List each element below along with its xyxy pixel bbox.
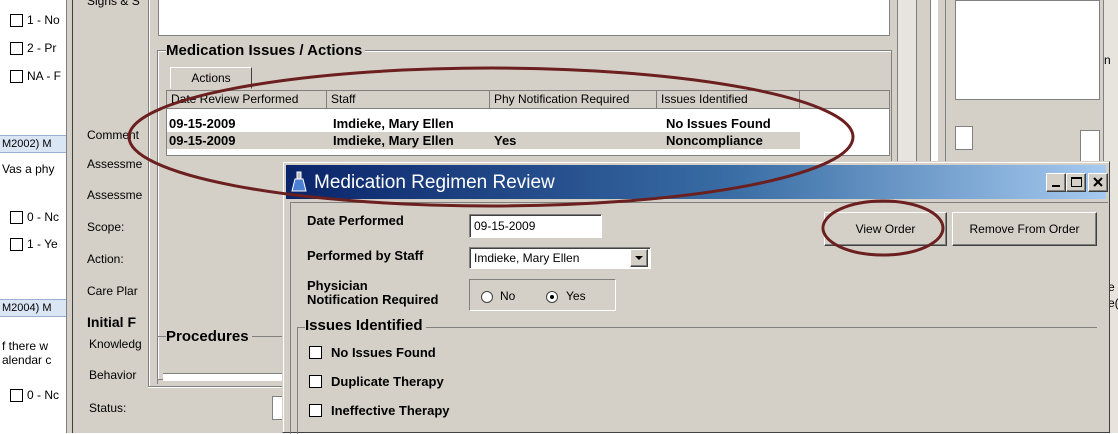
- date-performed-field[interactable]: 09-15-2009: [469, 214, 602, 238]
- column-header[interactable]: Issues Identified: [657, 91, 800, 109]
- dialog-title: Medication Regimen Review: [314, 172, 555, 193]
- option-checkbox[interactable]: [10, 42, 23, 55]
- dropdown-button[interactable]: [630, 249, 648, 267]
- status-label: Status:: [89, 401, 127, 415]
- tab-actions[interactable]: Actions: [170, 67, 252, 89]
- table-row[interactable]: 09-15-2009 Imdieke, Mary Ellen No Issues…: [167, 116, 889, 132]
- column-header[interactable]: Phy Notification Required: [490, 91, 657, 109]
- frame-divider: [148, 386, 288, 388]
- dialog-title-bar[interactable]: Medication Regimen Review: [286, 165, 1108, 199]
- right-textbox[interactable]: [955, 0, 1100, 100]
- option-checkbox[interactable]: [10, 389, 23, 402]
- performed-by-label: Performed by Staff: [307, 248, 424, 263]
- section-text: alendar c: [2, 353, 52, 367]
- maximize-button[interactable]: [1066, 173, 1086, 192]
- column-header[interactable]: Staff: [327, 91, 490, 109]
- radio-yes[interactable]: [546, 291, 558, 303]
- issue-checkbox[interactable]: [309, 346, 322, 359]
- issue-checkbox[interactable]: [309, 404, 322, 417]
- minimize-icon: [1052, 185, 1060, 187]
- option-label: 1 - Ye: [27, 237, 58, 251]
- option-label: 2 - Pr: [27, 41, 57, 55]
- issue-checkbox[interactable]: [309, 375, 322, 388]
- maximize-icon: [1071, 177, 1082, 187]
- flask-icon: [290, 171, 308, 193]
- comments-label: Comment: [87, 128, 140, 142]
- option-checkbox[interactable]: [10, 14, 23, 27]
- notification-radio-group: No Yes: [469, 279, 616, 311]
- knowledge-label: Knowledg: [89, 337, 142, 351]
- issue-label: No Issues Found: [331, 345, 436, 360]
- scope-label: Scope:: [87, 220, 125, 234]
- option-label: 1 - No: [27, 13, 60, 27]
- option-checkbox[interactable]: [10, 70, 23, 83]
- performed-by-select[interactable]: Imdieke, Mary Ellen: [469, 247, 651, 269]
- frame-divider: [148, 0, 150, 388]
- assessment-label: Assessme: [87, 157, 143, 171]
- option-label: 0 - Nc: [27, 388, 60, 402]
- assessment-label: Assessme: [87, 188, 143, 202]
- signs-textbox[interactable]: [158, 0, 890, 36]
- clipped-text: n: [1104, 53, 1111, 67]
- close-icon: [1093, 177, 1103, 187]
- section-header: M2002) M: [0, 135, 72, 153]
- left-panel: 1 - No 2 - Pr NA - F M2002) M Vas a phy …: [0, 0, 72, 433]
- table-row[interactable]: 09-15-2009 Imdieke, Mary Ellen Yes Nonco…: [167, 132, 800, 149]
- minimize-button[interactable]: [1046, 173, 1066, 192]
- column-header[interactable]: Date Review Performed: [167, 91, 327, 109]
- issue-label: Duplicate Therapy: [331, 374, 444, 389]
- grid-header: Date Review Performed Staff Phy Notifica…: [167, 91, 889, 109]
- action-label: Action:: [87, 252, 124, 266]
- procedures-grid: [163, 373, 288, 381]
- close-button[interactable]: [1088, 173, 1108, 192]
- chevron-down-icon: [635, 256, 643, 260]
- remove-from-order-button[interactable]: Remove From Order: [952, 212, 1097, 246]
- option-checkbox[interactable]: [10, 238, 23, 251]
- issue-label: Ineffective Therapy: [331, 403, 450, 418]
- procedures-title: Procedures: [166, 328, 252, 345]
- notification-label: Notification Required: [307, 292, 439, 307]
- option-label: 0 - Nc: [27, 210, 60, 224]
- section-header: M2004) M: [0, 299, 72, 317]
- radio-no[interactable]: [481, 291, 493, 303]
- initial-label: Initial F: [87, 314, 136, 330]
- issues-identified-title: Issues Identified: [305, 317, 426, 334]
- date-performed-label: Date Performed: [307, 213, 404, 228]
- signs-label: Signs & S: [87, 0, 140, 8]
- right-textbox[interactable]: [955, 126, 973, 150]
- option-checkbox[interactable]: [10, 211, 23, 224]
- section-text: Vas a phy: [2, 162, 55, 176]
- physician-label: Physician: [307, 278, 368, 293]
- panel-border: [66, 0, 73, 433]
- view-order-button[interactable]: View Order: [824, 212, 947, 246]
- care-plan-label: Care Plar: [87, 284, 138, 298]
- medication-regimen-dialog: Medication Regimen Review Date Performed…: [282, 161, 1110, 434]
- right-textbox[interactable]: [1080, 130, 1100, 162]
- issues-group-title: Medication Issues / Actions: [166, 42, 366, 59]
- issues-grid: Date Review Performed Staff Phy Notifica…: [166, 90, 890, 156]
- behavior-label: Behavior: [89, 368, 137, 382]
- option-label: NA - F: [27, 69, 62, 83]
- section-text: f there w: [2, 339, 49, 353]
